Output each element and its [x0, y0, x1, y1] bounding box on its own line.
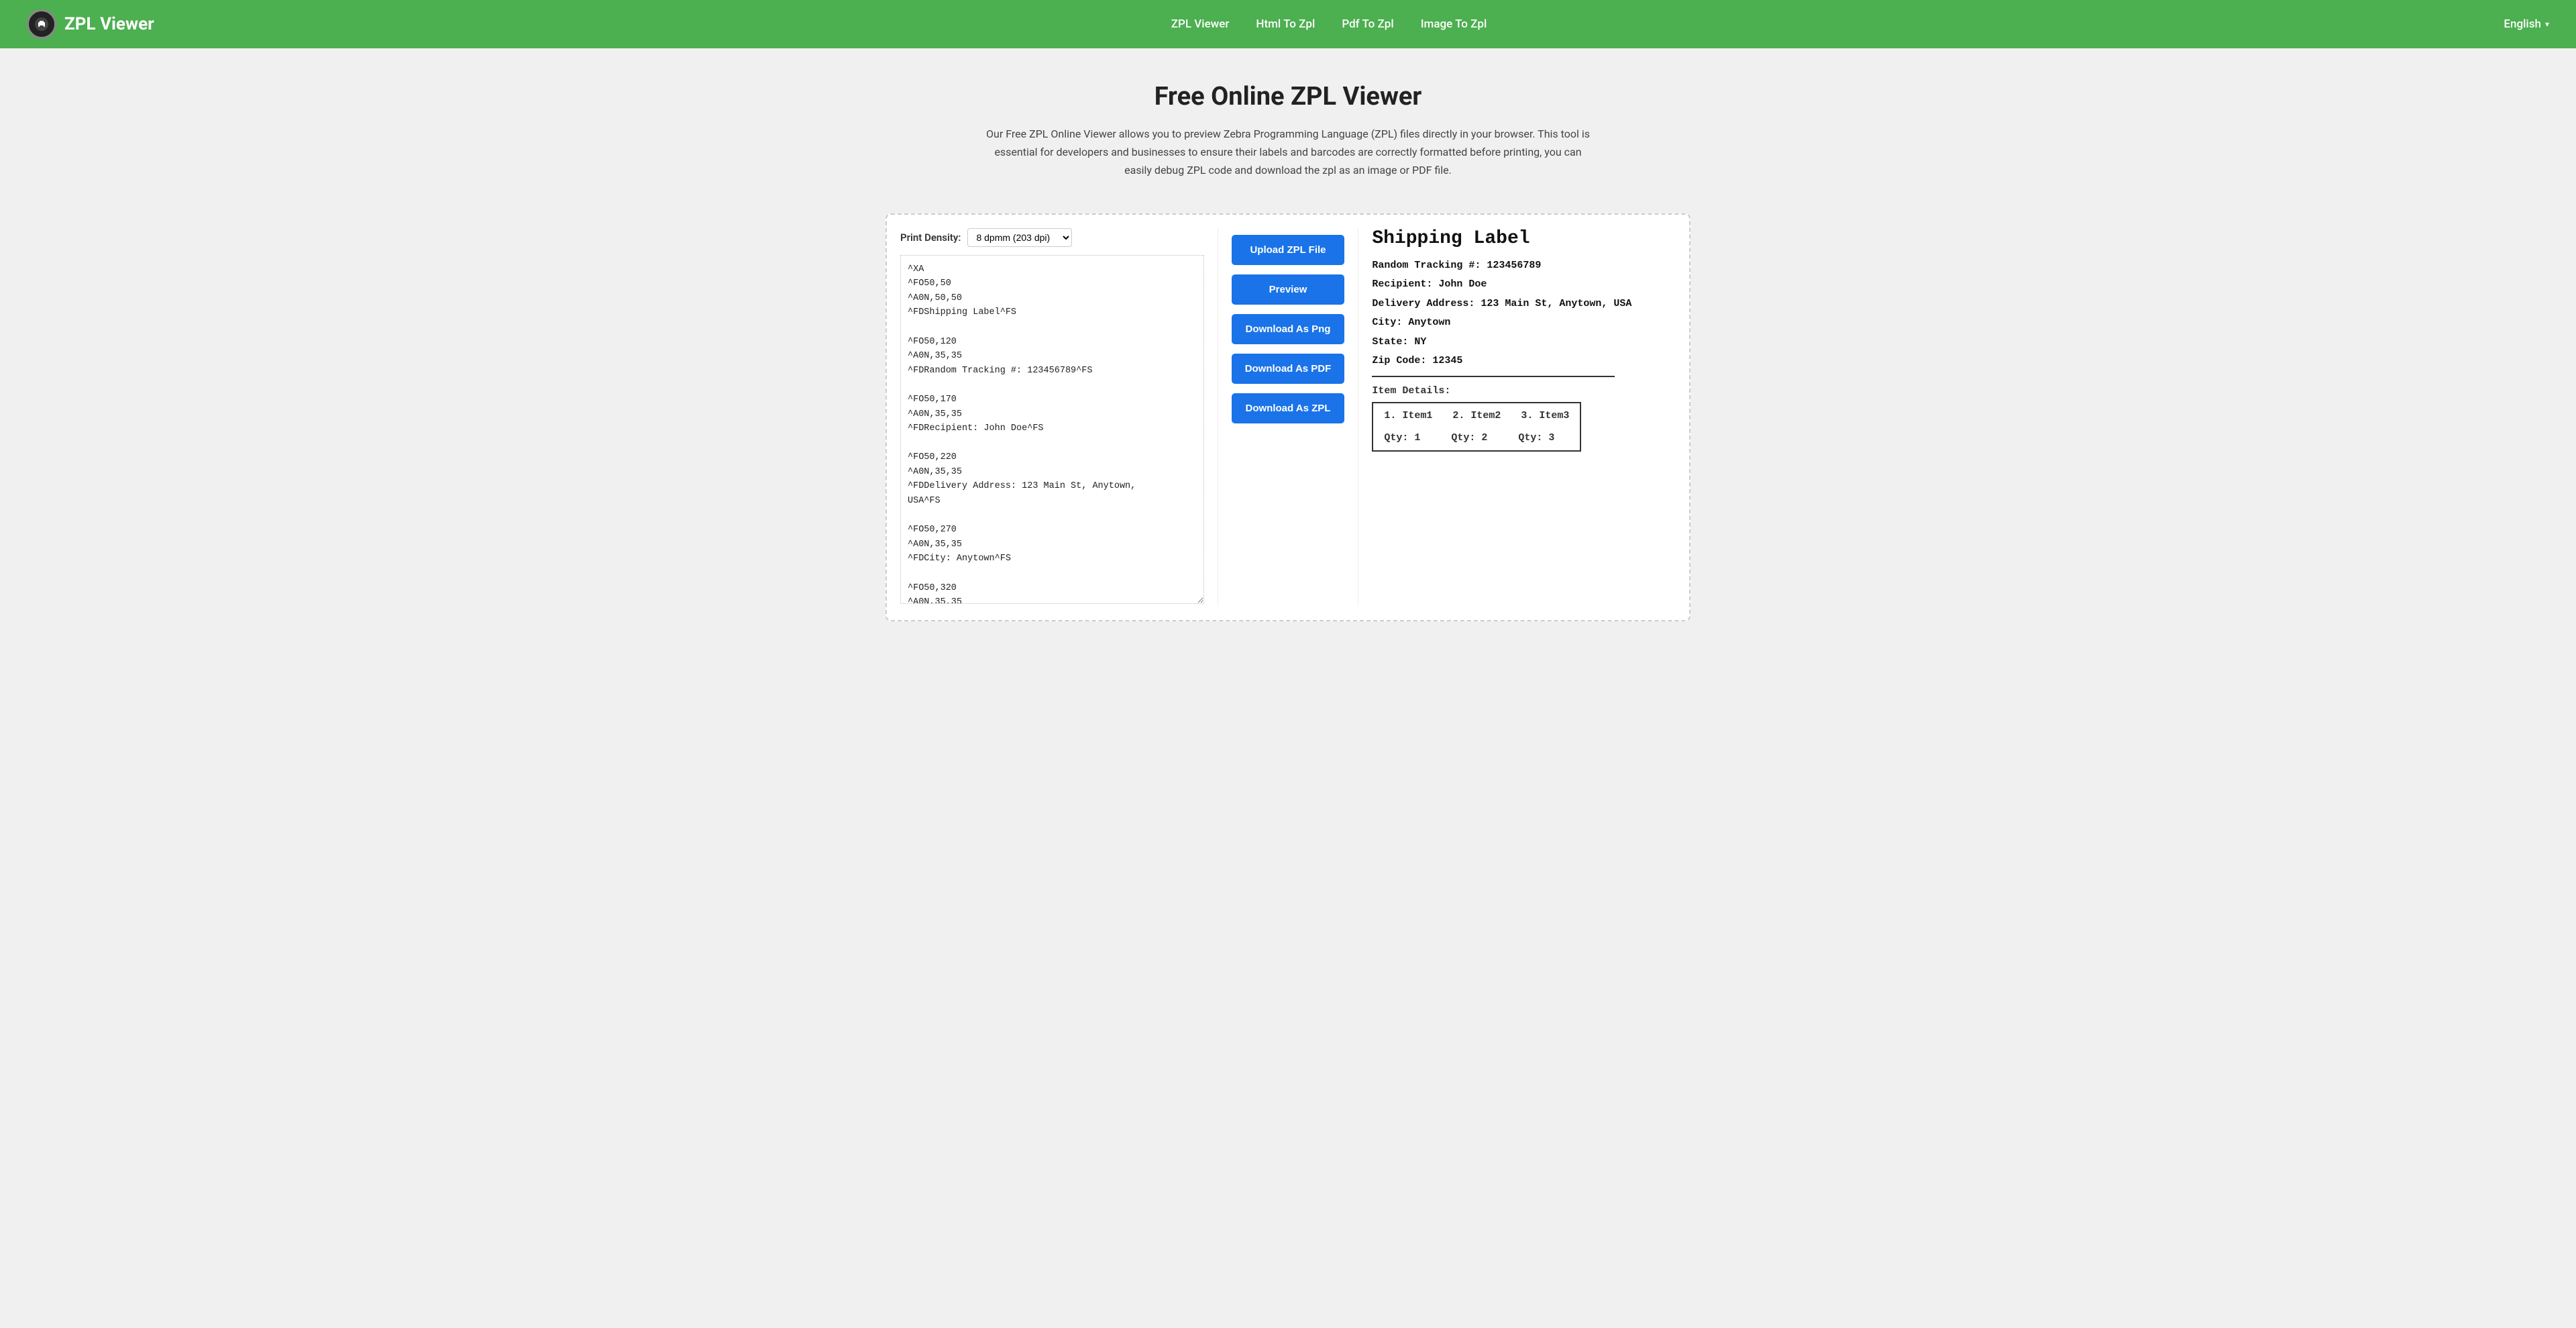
item2-qty: Qty: 2 [1451, 432, 1498, 444]
label-title: Shipping Label [1372, 228, 1676, 249]
site-title: ZPL Viewer [64, 14, 154, 34]
label-divider [1372, 376, 1615, 377]
print-density-label: Print Density: [900, 232, 961, 244]
items-row-qty: Qty: 1 Qty: 2 Qty: 3 [1384, 432, 1569, 444]
print-density-row: Print Density: 8 dpmm (203 dpi) 12 dpmm … [900, 228, 1204, 247]
item1-qty: Qty: 1 [1384, 432, 1431, 444]
action-buttons-section: Upload ZPL File Preview Download As Png … [1218, 228, 1358, 607]
nav-html-to-zpl[interactable]: Html To Zpl [1256, 17, 1315, 31]
item1-name: 1. Item1 [1384, 410, 1432, 421]
items-row-names: 1. Item1 2. Item2 3. Item3 [1384, 410, 1569, 421]
language-selector[interactable]: English ▾ [2504, 17, 2549, 31]
nav-zpl-viewer[interactable]: ZPL Viewer [1171, 17, 1230, 31]
chevron-down-icon: ▾ [2545, 19, 2549, 29]
main-nav: ZPL Viewer Html To Zpl Pdf To Zpl Image … [1171, 17, 1487, 31]
item2-name: 2. Item2 [1452, 410, 1501, 421]
city-field: City: Anytown [1372, 315, 1676, 331]
recipient-field: Recipient: John Doe [1372, 277, 1676, 293]
state-field: State: NY [1372, 335, 1676, 350]
page-title: Free Online ZPL Viewer [13, 82, 2563, 111]
language-label: English [2504, 17, 2541, 31]
nav-pdf-to-zpl[interactable]: Pdf To Zpl [1342, 17, 1393, 31]
print-density-select[interactable]: 8 dpmm (203 dpi) 12 dpmm (300 dpi) 24 dp… [967, 228, 1072, 247]
download-pdf-button[interactable]: Download As PDF [1232, 354, 1345, 384]
site-header: ZPL Viewer ZPL Viewer Html To Zpl Pdf To… [0, 0, 2576, 48]
item3-qty: Qty: 3 [1518, 432, 1565, 444]
preview-button[interactable]: Preview [1232, 274, 1345, 305]
tracking-field: Random Tracking #: 123456789 [1372, 258, 1676, 274]
item-details-label: Item Details: [1372, 385, 1676, 397]
zpl-code-editor[interactable]: ^XA ^FO50,50 ^A0N,50,50 ^FDShipping Labe… [900, 255, 1204, 604]
hero-section: Free Online ZPL Viewer Our Free ZPL Onli… [0, 48, 2576, 200]
nav-image-to-zpl[interactable]: Image To Zpl [1421, 17, 1487, 31]
address-field: Delivery Address: 123 Main St, Anytown, … [1372, 297, 1676, 312]
download-zpl-button[interactable]: Download As ZPL [1232, 393, 1345, 423]
download-png-button[interactable]: Download As Png [1232, 314, 1345, 344]
logo-icon [27, 9, 56, 39]
editor-section: Print Density: 8 dpmm (203 dpi) 12 dpmm … [900, 228, 1218, 607]
printer-icon [34, 16, 50, 32]
item3-name: 3. Item3 [1521, 410, 1569, 421]
logo-area: ZPL Viewer [27, 9, 154, 39]
label-preview: Shipping Label Random Tracking #: 123456… [1372, 228, 1676, 452]
preview-section: Shipping Label Random Tracking #: 123456… [1358, 228, 1676, 607]
main-panel: Print Density: 8 dpmm (203 dpi) 12 dpmm … [885, 213, 1690, 621]
upload-zpl-button[interactable]: Upload ZPL File [1232, 235, 1345, 265]
zip-field: Zip Code: 12345 [1372, 354, 1676, 369]
items-table: 1. Item1 2. Item2 3. Item3 Qty: 1 Qty: 2… [1372, 402, 1581, 452]
hero-description: Our Free ZPL Online Viewer allows you to… [986, 125, 1590, 180]
